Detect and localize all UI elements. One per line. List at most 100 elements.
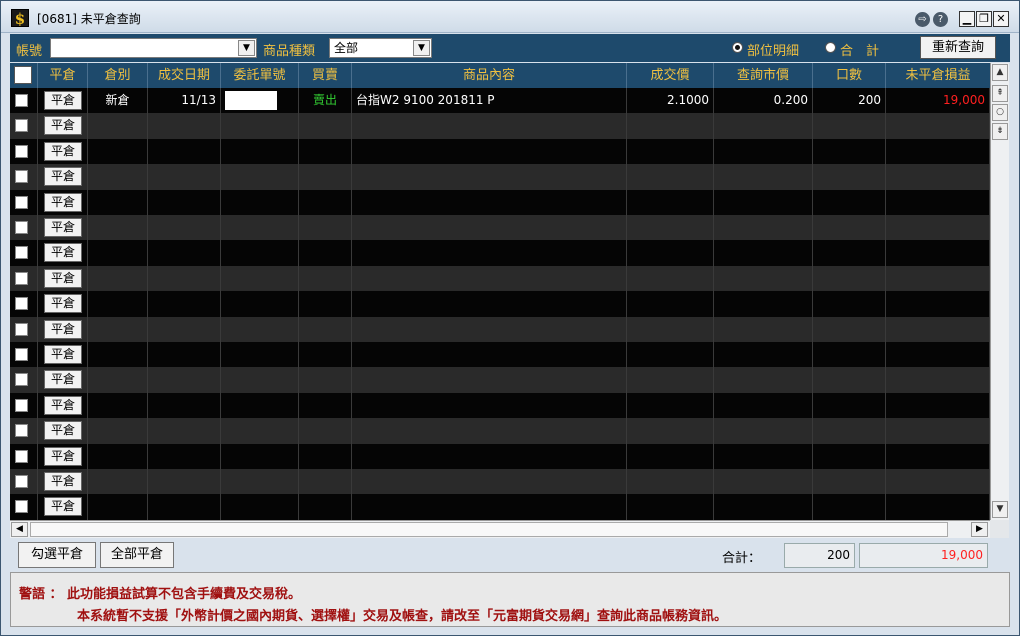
help-icon[interactable]: ? [933,12,948,27]
close-position-button[interactable]: 平倉 [44,268,82,288]
row-checkbox[interactable] [15,373,28,387]
table-row[interactable]: 平倉 [10,342,990,368]
table-row[interactable]: 平倉 [10,265,990,292]
cell-price [627,164,714,190]
product-type-select[interactable]: 全部 ▼ [329,38,432,58]
row-checkbox[interactable] [15,424,28,438]
minimize-button[interactable]: ▁ [959,11,975,27]
close-position-button[interactable]: 平倉 [44,370,82,390]
row-checkbox[interactable] [15,144,28,158]
cell-qty [813,494,886,520]
row-checkbox[interactable] [15,221,28,234]
close-position-button[interactable]: 平倉 [44,218,82,237]
row-checkbox[interactable] [15,475,28,488]
cell-close: 平倉 [38,113,88,139]
row-checkbox[interactable] [15,398,28,412]
table-row[interactable]: 平倉 [10,418,990,444]
close-position-button[interactable]: 平倉 [44,421,82,441]
row-checkbox[interactable] [15,297,28,311]
all-close-button[interactable]: 全部平倉 [100,542,174,568]
row-checkbox[interactable] [15,94,28,107]
cell-price [627,265,714,292]
close-position-button[interactable]: 平倉 [44,497,82,517]
close-position-button[interactable]: 平倉 [44,167,82,187]
table-row[interactable]: 平倉 [10,494,990,520]
scroll-left-icon[interactable]: ◀ [11,522,28,537]
close-position-button[interactable]: 平倉 [44,446,82,466]
row-checkbox[interactable] [15,195,28,209]
row-checkbox[interactable] [15,500,28,514]
cell-side [299,265,352,292]
table-row[interactable]: 平倉 [10,164,990,190]
close-position-button[interactable]: 平倉 [44,472,82,491]
table-row[interactable]: 平倉 [10,113,990,139]
close-position-button[interactable]: 平倉 [44,243,82,263]
scroll-page-down-icon[interactable]: ⇟ [992,123,1008,140]
close-position-button[interactable]: 平倉 [44,345,82,364]
close-position-button[interactable]: 平倉 [44,395,82,415]
cell-price [627,138,714,165]
cell-price [627,240,714,266]
close-position-button[interactable]: 平倉 [44,319,82,339]
radio-total[interactable] [825,42,836,53]
row-checkbox[interactable] [15,119,28,133]
cell-price [627,469,714,495]
row-checkbox[interactable] [15,322,28,336]
radio-total-label[interactable]: 合 計 [840,40,879,59]
cell-product [352,291,627,317]
row-checkbox[interactable] [15,348,28,361]
scroll-up-icon[interactable]: ▲ [992,64,1008,81]
vertical-scrollbar[interactable]: ▲ ⇞ ○ ⇟ ▼ [990,63,1009,520]
scroll-center-icon[interactable]: ○ [992,104,1008,121]
table-row[interactable]: 平倉 [10,443,990,469]
chevron-down-icon[interactable]: ▼ [413,40,430,56]
close-position-button[interactable]: 平倉 [44,294,82,314]
select-close-button[interactable]: 勾選平倉 [18,542,96,568]
close-position-button[interactable]: 平倉 [44,91,82,110]
table-row[interactable]: 平倉 [10,469,990,495]
export-icon[interactable]: ⇨ [915,12,930,27]
close-position-button[interactable]: 平倉 [44,141,82,161]
table-row[interactable]: 平倉 [10,392,990,419]
close-position-button[interactable]: 平倉 [44,192,82,212]
table-row[interactable]: 平倉 新倉 11/13 賣出 台指W2 9100 201811 P 2.1000 0.200… [10,88,990,114]
chevron-down-icon[interactable]: ▼ [238,40,255,56]
radio-detail[interactable] [732,42,743,53]
header-select-all[interactable] [10,63,38,88]
cell-close: 平倉 [38,443,88,469]
close-button[interactable]: ✕ [993,11,1009,27]
row-checkbox[interactable] [15,449,28,463]
table-row[interactable]: 平倉 [10,189,990,215]
row-checkbox[interactable] [15,271,28,285]
row-checkbox[interactable] [15,246,28,260]
scroll-thumb[interactable] [30,522,948,537]
requery-button[interactable]: 重新查詢 [920,36,996,59]
cell-close: 平倉 [38,88,88,114]
cell-close: 平倉 [38,316,88,342]
cell-order-no [221,189,299,215]
table-row[interactable]: 平倉 [10,215,990,241]
scroll-down-icon[interactable]: ▼ [992,501,1008,518]
table-row[interactable]: 平倉 [10,316,990,342]
scroll-right-icon[interactable]: ▶ [971,522,988,537]
table-row[interactable]: 平倉 [10,138,990,165]
select-all-checkbox[interactable] [14,66,32,84]
table-row[interactable]: 平倉 [10,291,990,317]
cell-market-price [714,215,813,241]
cell-product [352,164,627,190]
close-position-button[interactable]: 平倉 [44,116,82,136]
scroll-page-up-icon[interactable]: ⇞ [992,85,1008,102]
row-checkbox[interactable] [15,170,28,184]
cell-side [299,138,352,165]
cell-order-no [221,265,299,292]
table-row[interactable]: 平倉 [10,240,990,266]
account-select[interactable]: ▼ [50,38,257,58]
warning-line-2: 本系統暫不支援「外幣計價之國內期貨、選擇權」交易及帳查，請改至「元富期貨交易網」… [77,609,728,624]
radio-detail-label[interactable]: 部位明細 [747,40,799,59]
table-row[interactable]: 平倉 [10,367,990,393]
horizontal-scrollbar[interactable]: ◀ ▶ [10,520,990,538]
cell-market-price [714,443,813,469]
title-bar[interactable]: $ [0681] 未平倉查詢 ⇨ ? ▁ ❐ ✕ [1,1,1019,33]
maximize-button[interactable]: ❐ [976,11,992,27]
cell-market-price [714,494,813,520]
